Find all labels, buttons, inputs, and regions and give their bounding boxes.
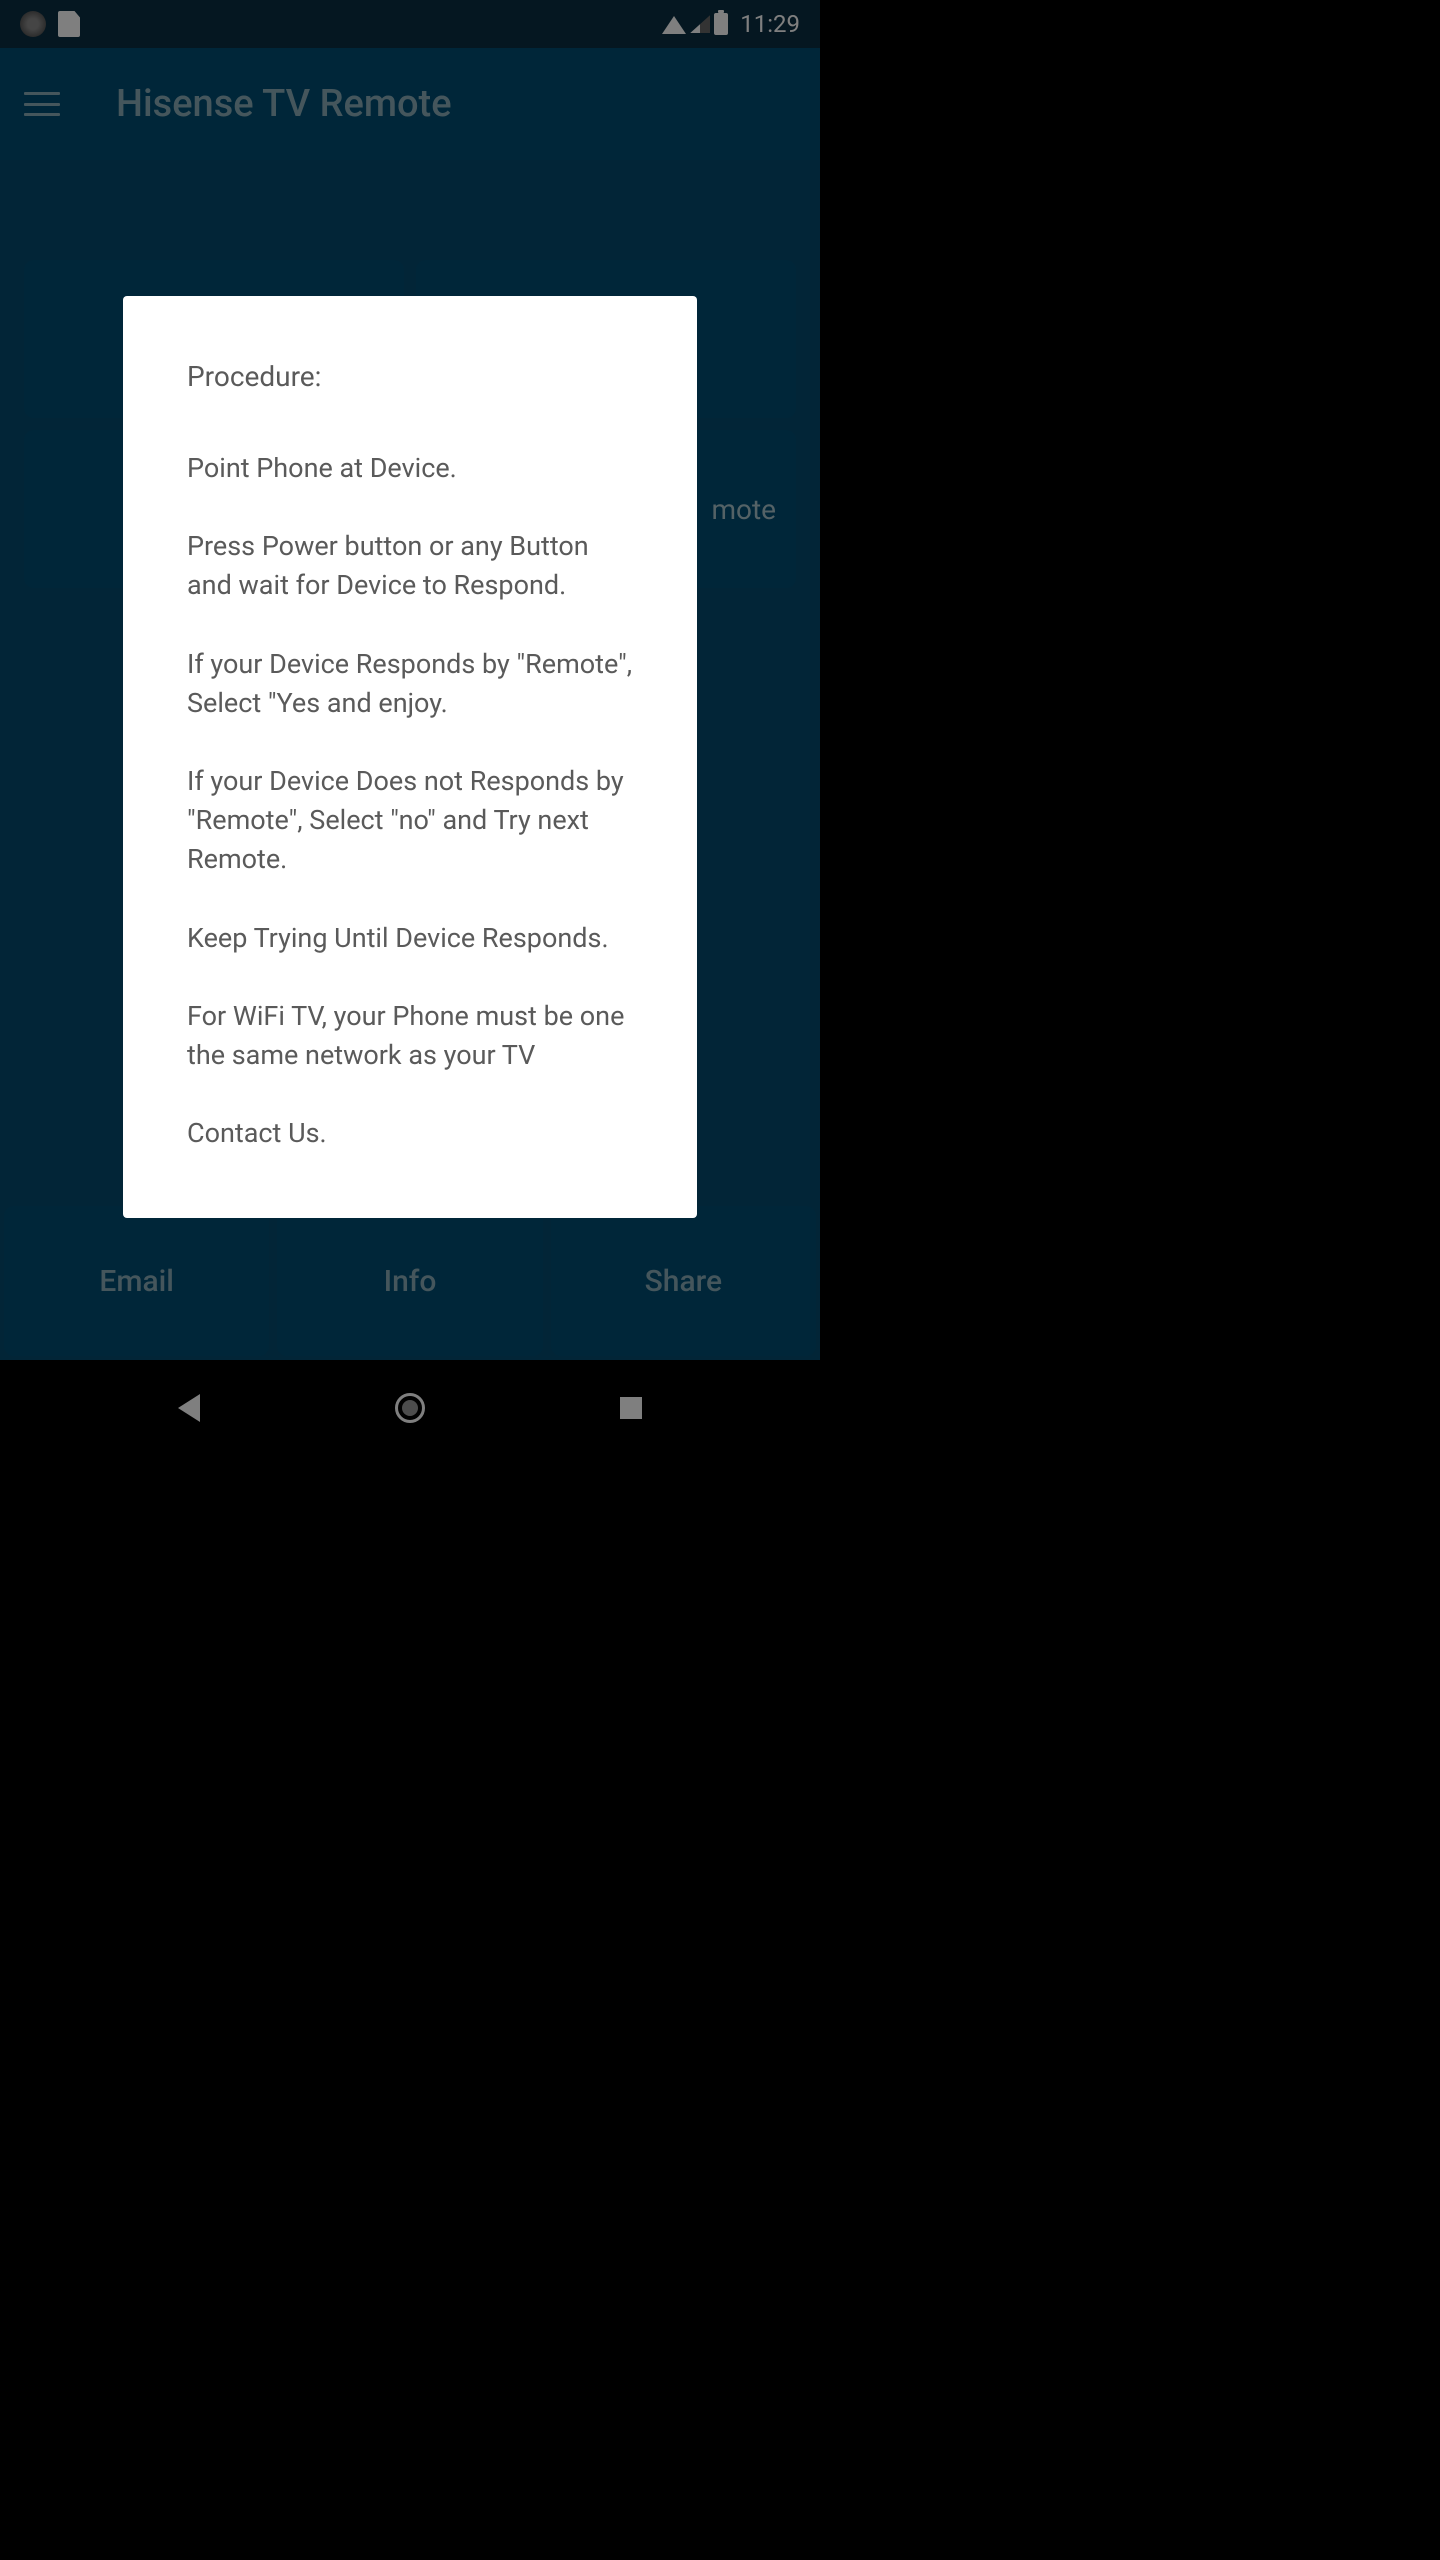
procedure-dialog: Procedure: Point Phone at Device. Press … [123,296,697,1218]
dialog-title: Procedure: [187,360,633,393]
dialog-body: Point Phone at Device. Press Power butto… [187,449,633,1154]
